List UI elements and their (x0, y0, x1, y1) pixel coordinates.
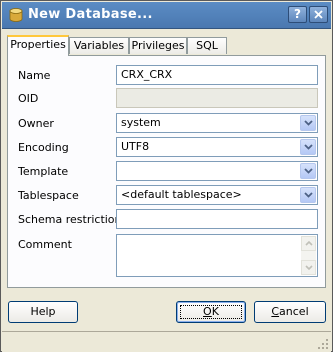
new-database-dialog: New Database... ? Properties Variables P… (0, 0, 333, 352)
tablespace-value: <default tablespace> (121, 188, 242, 201)
tab-properties[interactable]: Properties (7, 35, 69, 56)
tab-variables[interactable]: Variables (69, 37, 129, 54)
name-label: Name (18, 69, 51, 82)
template-label: Template (18, 165, 69, 178)
owner-label: Owner (18, 117, 54, 130)
title-bar[interactable]: New Database... ? (2, 2, 331, 29)
encoding-label: Encoding (18, 141, 69, 154)
tab-privileges[interactable]: Privileges (129, 37, 187, 54)
chevron-up-icon (305, 241, 313, 246)
tab-sql[interactable]: SQL (187, 37, 227, 54)
encoding-select[interactable]: UTF8 (116, 137, 318, 157)
cancel-button[interactable]: Cancel (254, 301, 326, 323)
scroll-up-button[interactable] (301, 236, 316, 251)
window-title: New Database... (28, 7, 153, 22)
tablespace-dropdown-button[interactable] (300, 187, 316, 203)
cancel-mnemonic: C (271, 305, 280, 318)
tablespace-label: Tablespace (18, 189, 79, 202)
resize-grip-icon[interactable] (317, 338, 329, 350)
encoding-value: UTF8 (121, 140, 150, 153)
chevron-down-icon (304, 168, 313, 174)
owner-value: system (121, 116, 161, 129)
chevron-down-icon (304, 144, 313, 150)
comment-scrollbar[interactable] (301, 236, 316, 275)
schema-restriction-label: Schema restriction (18, 213, 122, 226)
status-bar (2, 331, 331, 352)
oid-label: OID (18, 92, 39, 105)
owner-select[interactable]: system (116, 113, 318, 133)
tablespace-select[interactable]: <default tablespace> (116, 185, 318, 205)
comment-textarea[interactable] (116, 234, 318, 277)
comment-label: Comment (18, 238, 72, 251)
owner-dropdown-button[interactable] (300, 115, 316, 131)
encoding-dropdown-button[interactable] (300, 139, 316, 155)
help-button[interactable]: Help (8, 301, 78, 323)
ok-button[interactable]: OK (176, 301, 246, 323)
chevron-down-icon (304, 120, 313, 126)
schema-restriction-input[interactable] (116, 209, 318, 229)
focus-rect (180, 305, 242, 319)
close-icon (314, 10, 323, 19)
chevron-down-icon (304, 192, 313, 198)
help-title-button[interactable]: ? (288, 6, 307, 23)
name-input[interactable]: CRX_CRX (116, 65, 318, 85)
scroll-down-button[interactable] (301, 260, 316, 275)
properties-panel: Name CRX_CRX OID Owner system Encoding U… (7, 55, 326, 288)
cancel-label-rest: ancel (279, 305, 309, 318)
chevron-down-icon (305, 265, 313, 270)
template-select[interactable] (116, 161, 318, 181)
close-button[interactable] (309, 6, 328, 23)
template-dropdown-button[interactable] (300, 163, 316, 179)
oid-input (116, 88, 318, 108)
database-icon (9, 8, 23, 22)
